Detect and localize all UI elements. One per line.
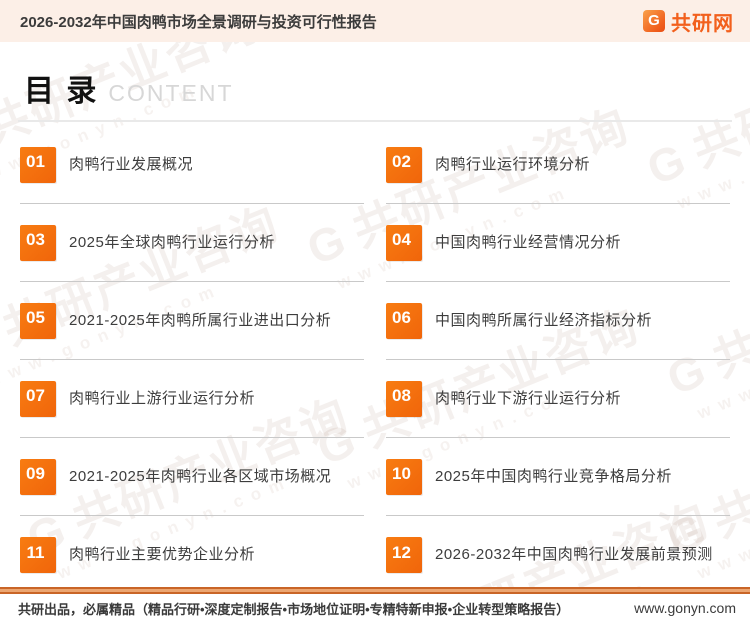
- toc-number-badge: 03: [20, 224, 56, 261]
- toc-entry-label: 中国肉鸭行业经营情况分析: [435, 233, 622, 251]
- toc-entry-label: 2021-2025年肉鸭所属行业进出口分析: [69, 311, 332, 329]
- toc-grid: 01 肉鸭行业发展概况 02 肉鸭行业运行环境分析 03 2025年全球肉鸭行业…: [18, 126, 732, 594]
- toc-number-badge: 12: [386, 537, 422, 573]
- toc-entry-02[interactable]: 02 肉鸭行业运行环境分析: [386, 126, 730, 204]
- toc-entry-label: 肉鸭行业下游行业运行分析: [435, 389, 622, 407]
- toc-number-badge: 06: [386, 302, 422, 339]
- toc-number-badge: 07: [20, 380, 56, 417]
- toc-entry-11[interactable]: 11 肉鸭行业主要优势企业分析: [20, 516, 364, 594]
- toc-number-badge: 01: [20, 146, 56, 183]
- toc-number-badge: 09: [20, 458, 56, 495]
- toc-entry-03[interactable]: 03 2025年全球肉鸭行业运行分析: [20, 204, 364, 282]
- toc-number-badge: 04: [386, 224, 422, 261]
- report-toc-page: G共研产业咨询 www.gonyn.com G共研产业咨询 www.gonyn.…: [0, 0, 750, 622]
- toc-entry-label: 肉鸭行业上游行业运行分析: [69, 389, 256, 407]
- toc-number-badge: 11: [20, 537, 56, 573]
- toc-entry-05[interactable]: 05 2021-2025年肉鸭所属行业进出口分析: [20, 282, 364, 360]
- toc-heading-en: CONTENT: [108, 80, 234, 106]
- toc-entry-07[interactable]: 07 肉鸭行业上游行业运行分析: [20, 360, 364, 438]
- footer-slogan: 共研出品，必属精品（精品行研•深度定制报告•市场地位证明•专精特新申报•企业转型…: [18, 601, 570, 617]
- toc-entry-label: 2025年中国肉鸭行业竞争格局分析: [435, 467, 672, 485]
- footer-bar: 共研出品，必属精品（精品行研•深度定制报告•市场地位证明•专精特新申报•企业转型…: [0, 594, 750, 622]
- toc-entry-label: 肉鸭行业主要优势企业分析: [69, 546, 256, 564]
- site-logo[interactable]: G 共研网: [643, 7, 734, 36]
- report-title: 2026-2032年中国肉鸭市场全景调研与投资可行性报告: [20, 13, 377, 31]
- toc-content: 目 录 CONTENT 01 肉鸭行业发展概况 02 肉鸭行业运行环境分析 03…: [0, 42, 750, 594]
- toc-entry-06[interactable]: 06 中国肉鸭所属行业经济指标分析: [386, 282, 730, 360]
- toc-entry-label: 肉鸭行业发展概况: [69, 155, 194, 173]
- toc-entry-label: 2021-2025年肉鸭行业各区域市场概况: [69, 467, 332, 485]
- toc-entry-09[interactable]: 09 2021-2025年肉鸭行业各区域市场概况: [20, 438, 364, 516]
- toc-entry-10[interactable]: 10 2025年中国肉鸭行业竞争格局分析: [386, 438, 730, 516]
- toc-entry-label: 2025年全球肉鸭行业运行分析: [69, 233, 275, 251]
- toc-number-badge: 10: [386, 458, 422, 495]
- toc-number-badge: 08: [386, 380, 422, 417]
- toc-heading: 目 录 CONTENT: [18, 42, 732, 122]
- logo-g-icon: G: [643, 10, 665, 32]
- toc-entry-label: 中国肉鸭所属行业经济指标分析: [435, 311, 653, 329]
- toc-number-badge: 02: [386, 146, 422, 183]
- toc-entry-08[interactable]: 08 肉鸭行业下游行业运行分析: [386, 360, 730, 438]
- toc-heading-cn: 目 录: [24, 75, 99, 108]
- logo-text: 共研网: [671, 12, 734, 35]
- header-bar: 2026-2032年中国肉鸭市场全景调研与投资可行性报告 G 共研网: [0, 0, 750, 42]
- toc-entry-01[interactable]: 01 肉鸭行业发展概况: [20, 126, 364, 204]
- toc-entry-12[interactable]: 12 2026-2032年中国肉鸭行业发展前景预测: [386, 516, 730, 594]
- footer-divider-band: [0, 587, 750, 594]
- toc-entry-label: 肉鸭行业运行环境分析: [435, 155, 591, 173]
- footer-website-link[interactable]: www.gonyn.com: [634, 600, 736, 616]
- toc-entry-04[interactable]: 04 中国肉鸭行业经营情况分析: [386, 204, 730, 282]
- toc-entry-label: 2026-2032年中国肉鸭行业发展前景预测: [435, 546, 713, 564]
- toc-number-badge: 05: [20, 302, 56, 339]
